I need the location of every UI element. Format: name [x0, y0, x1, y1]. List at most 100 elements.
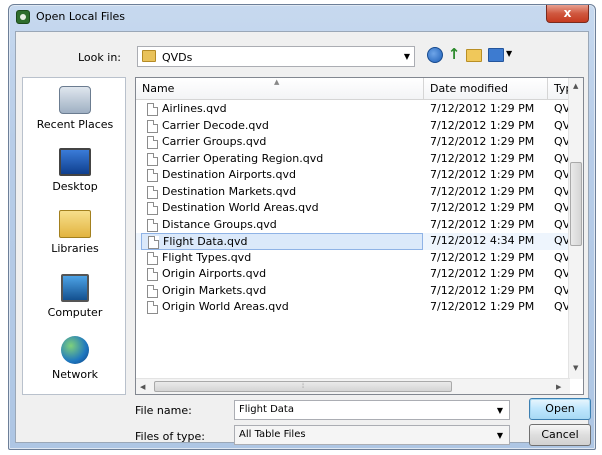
- look-in-dropdown[interactable]: QVDs ▼: [137, 46, 415, 67]
- file-row[interactable]: Origin Airports.qvd7/12/2012 1:29 PMQVD …: [136, 266, 570, 283]
- chevron-down-icon: ▼: [403, 52, 410, 61]
- file-row[interactable]: Origin Markets.qvd7/12/2012 1:29 PMQVD F…: [136, 283, 570, 300]
- file-name: Carrier Groups.qvd: [162, 135, 267, 148]
- file-row[interactable]: Carrier Decode.qvd7/12/2012 1:29 PMQVD F…: [136, 118, 570, 135]
- column-header-name[interactable]: Name ▲: [136, 78, 424, 100]
- file-row[interactable]: Origin World Areas.qvd 7/12/2012 1:29 PM Q…: [136, 299, 570, 316]
- file-icon: [148, 236, 159, 249]
- file-row[interactable]: Destination Airports.qvd 7/12/2012 1:29 P…: [136, 167, 570, 184]
- scroll-up-icon[interactable]: ▲: [573, 82, 578, 90]
- file-name: Destination Airports.qvd: [162, 168, 296, 181]
- file-type-dropdown[interactable]: All Table Files ▼: [234, 425, 510, 445]
- file-icon: [147, 136, 158, 149]
- file-name-cell[interactable]: Carrier Groups.qvd: [141, 134, 423, 151]
- file-rows: Airlines.qvd7/12/2012 1:29 PMQVD FiCarri…: [136, 101, 570, 376]
- file-name-cell[interactable]: Flight Data.qvd: [141, 233, 423, 250]
- column-name-label: Name: [142, 82, 175, 95]
- look-in-label: Look in:: [78, 51, 121, 64]
- column-date-label: Date modified: [430, 82, 508, 95]
- network-icon: [61, 336, 89, 364]
- file-name: Origin Markets.qvd: [162, 283, 267, 297]
- place-label: Recent Places: [36, 118, 114, 131]
- file-name: Distance Groups.qvd: [162, 217, 277, 231]
- open-button[interactable]: Open: [529, 398, 591, 420]
- back-icon[interactable]: [427, 47, 443, 63]
- qlikview-app-icon: [16, 10, 30, 24]
- desktop-icon: [59, 148, 91, 176]
- file-date: 7/12/2012 1:29 PM: [430, 102, 535, 115]
- file-date: 7/12/2012 1:29 PM: [430, 267, 535, 280]
- file-date: 7/12/2012 1:29 PM: [430, 118, 535, 132]
- file-icon: [147, 251, 158, 265]
- place-network[interactable]: Network: [23, 332, 127, 394]
- column-header-date[interactable]: Date modified: [424, 78, 548, 100]
- file-list[interactable]: Name ▲ Date modified Type Airlines.qvd 7/…: [135, 77, 584, 395]
- chevron-down-icon[interactable]: ▼: [497, 402, 503, 420]
- file-name: Carrier Decode.qvd: [162, 118, 269, 132]
- place-recent-places[interactable]: Recent Places: [23, 82, 127, 144]
- file-name: Destination World Areas.qvd: [162, 201, 319, 214]
- file-name-cell[interactable]: Distance Groups.qvd: [141, 217, 423, 234]
- file-name: Origin Airports.qvd: [162, 267, 267, 280]
- file-date: 7/12/2012 1:29 PM: [430, 151, 535, 165]
- file-row[interactable]: Distance Groups.qvd7/12/2012 1:29 PMQVD …: [136, 217, 570, 234]
- views-icon[interactable]: [488, 48, 504, 62]
- place-label: Libraries: [51, 242, 99, 255]
- vertical-scroll-thumb[interactable]: [570, 162, 582, 246]
- file-date: 7/12/2012 1:29 PM: [430, 250, 535, 264]
- place-label: Network: [52, 368, 98, 381]
- file-row[interactable]: Flight Data.qvd7/12/2012 4:34 PMQVD Fi: [136, 233, 570, 250]
- file-name-cell[interactable]: Flight Types.qvd: [141, 250, 423, 267]
- file-name-cell[interactable]: Carrier Decode.qvd: [141, 118, 423, 135]
- scroll-right-icon[interactable]: ▶: [556, 383, 561, 391]
- file-row[interactable]: Destination Markets.qvd 7/12/2012 1:29 PM…: [136, 184, 570, 201]
- file-name-label: File name:: [135, 404, 192, 417]
- scroll-left-icon[interactable]: ◀: [140, 383, 145, 391]
- file-name-cell[interactable]: Destination Airports.qvd: [141, 167, 423, 184]
- file-name-cell[interactable]: Destination Markets.qvd: [141, 184, 423, 201]
- place-desktop[interactable]: Desktop: [23, 144, 127, 206]
- open-local-files-dialog: Open Local Files x Look in: QVDs ▼ ↑ ▼ R…: [8, 4, 596, 450]
- file-name-input[interactable]: Flight Data ▼: [234, 400, 510, 420]
- folder-icon: [142, 50, 156, 62]
- file-name: Airlines.qvd: [162, 102, 227, 115]
- look-in-value: QVDs: [162, 51, 193, 64]
- file-name-cell[interactable]: Airlines.qvd: [141, 101, 423, 118]
- new-folder-icon[interactable]: [466, 49, 482, 62]
- file-icon: [147, 218, 158, 232]
- sort-ascending-icon: ▲: [274, 78, 280, 86]
- file-name: Flight Types.qvd: [162, 250, 252, 264]
- file-row[interactable]: Destination World Areas.qvd 7/12/2012 1:2…: [136, 200, 570, 217]
- file-date: 7/12/2012 4:34 PM: [430, 234, 535, 247]
- horizontal-scroll-thumb[interactable]: ⦙: [154, 381, 452, 392]
- close-button[interactable]: x: [546, 5, 589, 23]
- file-date: 7/12/2012 1:29 PM: [430, 168, 535, 181]
- file-name-value: Flight Data: [239, 404, 294, 415]
- file-type-label: Files of type:: [135, 430, 206, 443]
- file-row[interactable]: Airlines.qvd7/12/2012 1:29 PMQVD Fi: [136, 101, 570, 118]
- scroll-down-icon[interactable]: ▼: [573, 364, 578, 372]
- file-row[interactable]: Carrier Operating Region.qvd 7/12/2012 1:…: [136, 151, 570, 168]
- views-chevron-down-icon[interactable]: ▼: [506, 49, 512, 58]
- horizontal-scrollbar[interactable]: ◀ ⦙ ▶: [136, 378, 570, 394]
- up-folder-icon[interactable]: ↑: [447, 47, 461, 63]
- file-date: 7/12/2012 1:29 PM: [430, 184, 535, 198]
- file-name-cell[interactable]: Origin Airports.qvd: [141, 266, 423, 283]
- file-row[interactable]: Flight Types.qvd7/12/2012 1:29 PMQVD Fi: [136, 250, 570, 267]
- file-name-cell[interactable]: Destination World Areas.qvd: [141, 200, 423, 217]
- column-header-type[interactable]: Type: [548, 78, 570, 100]
- place-computer[interactable]: Computer: [23, 270, 127, 332]
- title-bar[interactable]: Open Local Files x: [9, 5, 595, 29]
- vertical-scrollbar[interactable]: ▲ ▼: [568, 78, 583, 379]
- recent-places-icon: [59, 86, 91, 114]
- file-name: Flight Data.qvd: [163, 235, 248, 248]
- cancel-button[interactable]: Cancel: [529, 424, 591, 446]
- file-name-cell[interactable]: Origin Markets.qvd: [141, 283, 423, 300]
- place-label: Desktop: [52, 180, 98, 193]
- file-row[interactable]: Carrier Groups.qvd7/12/2012 1:29 PMQVD F…: [136, 134, 570, 151]
- file-icon: [147, 284, 158, 298]
- dialog-body: Look in: QVDs ▼ ↑ ▼ Recent Places Deskto…: [15, 31, 591, 446]
- file-name-cell[interactable]: Origin World Areas.qvd: [141, 299, 423, 316]
- file-name-cell[interactable]: Carrier Operating Region.qvd: [141, 151, 423, 168]
- place-libraries[interactable]: Libraries: [23, 206, 127, 268]
